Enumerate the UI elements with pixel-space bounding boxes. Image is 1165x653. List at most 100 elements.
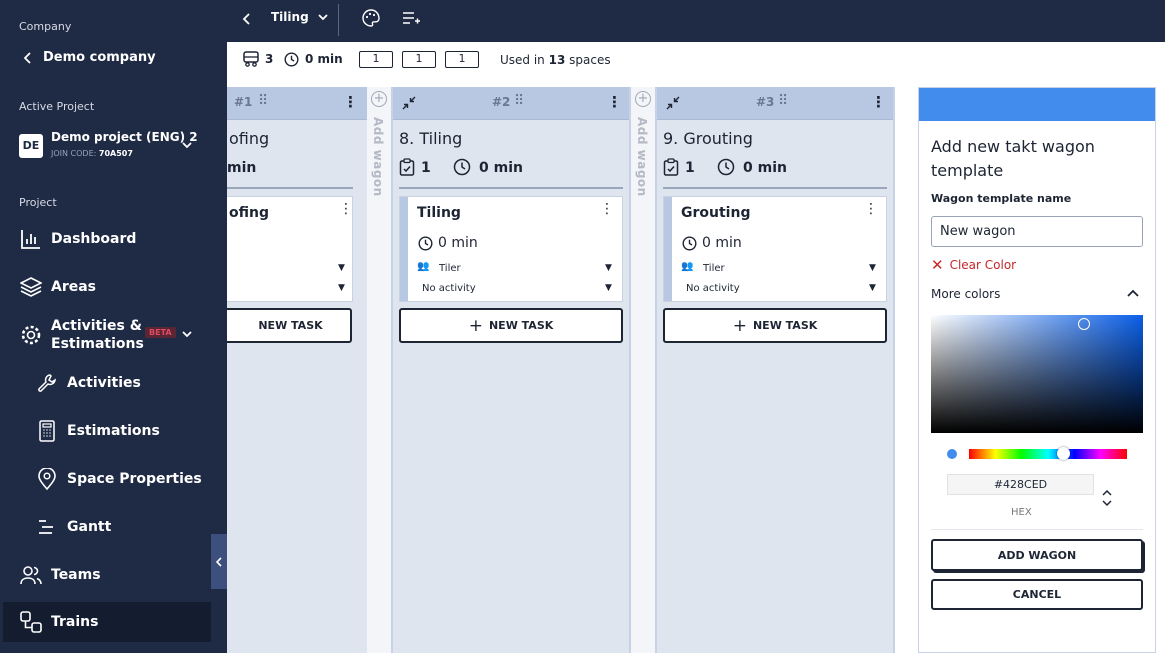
divider	[338, 4, 339, 36]
panel-title-line1: Add new takt wagon	[931, 137, 1095, 156]
chevron-down-icon	[318, 14, 328, 21]
task-duration: 0 min	[702, 235, 742, 251]
project-section-label: Project	[19, 196, 57, 209]
chevron-down-icon[interactable]: ▼	[869, 263, 876, 273]
color-preview-dot	[947, 449, 957, 459]
add-wagon-strip[interactable]: + Add wagon	[631, 87, 655, 653]
new-task-button[interactable]: NEW TASK	[227, 308, 352, 343]
color-saturation-picker[interactable]	[931, 315, 1143, 433]
cancel-button[interactable]: CANCEL	[931, 579, 1143, 610]
more-vertical-icon[interactable]: ⋮	[607, 93, 622, 111]
new-task-button[interactable]: + NEW TASK	[663, 308, 887, 343]
clock-icon	[717, 158, 735, 176]
sidebar: Company Demo company Active Project DE D…	[0, 0, 211, 653]
clock-icon	[284, 52, 299, 67]
nav-dashboard[interactable]: Dashboard	[0, 219, 211, 259]
plus-icon: +	[468, 315, 483, 336]
wagon-number: #1	[234, 95, 253, 109]
drag-handle-icon[interactable]: ⠿	[514, 93, 524, 109]
top-bar: Tiling	[227, 0, 1165, 42]
collapse-icon[interactable]	[666, 96, 680, 110]
new-task-label: NEW TASK	[752, 319, 818, 332]
nav-teams[interactable]: Teams	[0, 555, 211, 595]
train-duration: 0 min	[305, 52, 343, 66]
project-badge: DE	[19, 134, 43, 158]
wagon-number: #3	[756, 95, 775, 109]
beta-badge: BETA	[145, 327, 176, 338]
task-card[interactable]: Grouting ⋮ 0 min 👥 Tiler ▼ No activity ▼	[663, 196, 887, 302]
nav-areas[interactable]: Areas	[0, 267, 211, 307]
drag-handle-icon[interactable]: ⠿	[778, 93, 788, 109]
clock-icon	[418, 236, 433, 251]
nav-space-properties[interactable]: Space Properties	[0, 459, 211, 499]
drag-handle-icon[interactable]: ⠿	[258, 93, 268, 109]
project-name: Demo project (ENG) 2	[51, 130, 198, 144]
sidebar-collapse-toggle[interactable]	[211, 534, 227, 589]
hex-label: HEX	[1011, 507, 1032, 518]
clock-icon	[682, 236, 697, 251]
collapse-icon[interactable]	[402, 96, 416, 110]
nav-trains[interactable]: Trains	[3, 602, 211, 642]
gantt-icon	[39, 520, 53, 534]
wagon-name-input[interactable]: New wagon	[931, 216, 1143, 247]
add-wagon-button-label: ADD WAGON	[997, 548, 1077, 562]
gear-icon	[21, 325, 41, 345]
task-card[interactable]: ofing ⋮ ▼ ▼	[227, 196, 353, 302]
wagon-duration: min	[227, 160, 257, 176]
wagons-count: 3	[265, 52, 274, 66]
task-duration: 0 min	[438, 235, 478, 251]
nav-activities[interactable]: Activities	[0, 363, 211, 403]
more-vertical-icon[interactable]: ⋮	[871, 93, 886, 111]
nav-label: Dashboard	[51, 231, 137, 247]
team-dropdown-icon[interactable]: ▼	[338, 263, 345, 273]
clear-color-label: Clear Color	[949, 258, 1017, 272]
add-wagon-button[interactable]: ADD WAGON	[931, 539, 1143, 571]
list-add-icon[interactable]	[402, 10, 420, 26]
more-vertical-icon[interactable]: ⋮	[864, 201, 878, 217]
task-color-bar	[664, 197, 672, 301]
nav-estimations[interactable]: Estimations	[0, 411, 211, 451]
project-selector[interactable]: DE Demo project (ENG) 2 JOIN CODE: 70A50…	[19, 130, 199, 166]
panel-title: Add new takt wagon template	[931, 135, 1095, 183]
count-box-1[interactable]: 1	[359, 51, 393, 68]
layers-icon	[20, 277, 42, 297]
count-box-2[interactable]: 1	[402, 51, 436, 68]
chevron-up-icon[interactable]	[1126, 288, 1140, 298]
plus-circle-icon: +	[635, 91, 651, 107]
activity-dropdown-icon[interactable]: ▼	[338, 283, 345, 293]
train-title-dropdown[interactable]: Tiling	[271, 10, 329, 24]
activity-select[interactable]: No activity	[686, 283, 740, 294]
clear-color-button[interactable]: ✕ Clear Color	[931, 256, 1016, 274]
add-wagon-strip[interactable]: + Add wagon	[367, 87, 391, 653]
clipboard-check-icon	[663, 158, 679, 176]
wagon-title: ofing	[229, 129, 270, 148]
new-task-button[interactable]: + NEW TASK	[399, 308, 623, 343]
task-card[interactable]: Tiling ⋮ 0 min 👥 Tiler ▼ No activity ▼	[399, 196, 623, 302]
chevron-down-icon[interactable]: ▼	[869, 283, 876, 293]
company-selector[interactable]: Demo company	[22, 50, 156, 65]
saturation-handle[interactable]	[1078, 318, 1090, 330]
format-toggle-icon[interactable]	[1101, 489, 1113, 507]
chevron-down-icon[interactable]: ▼	[605, 283, 612, 293]
close-icon: ✕	[931, 256, 944, 274]
task-count: 1	[685, 160, 695, 176]
nav-activities-estimations[interactable]: Activities & Estimations BETA	[0, 314, 211, 356]
more-vertical-icon[interactable]: ⋮	[343, 93, 358, 111]
clock-icon	[453, 158, 471, 176]
hue-slider[interactable]	[969, 447, 1127, 460]
wagon-icon	[243, 51, 259, 67]
more-vertical-icon[interactable]: ⋮	[339, 201, 353, 217]
back-chevron-icon[interactable]	[242, 12, 252, 26]
hue-handle[interactable]	[1057, 447, 1070, 460]
hex-input[interactable]: #428CED	[947, 474, 1094, 495]
team-select[interactable]: Tiler	[439, 263, 461, 274]
palette-icon[interactable]	[362, 9, 380, 27]
nav-gantt[interactable]: Gantt	[0, 507, 211, 547]
more-vertical-icon[interactable]: ⋮	[600, 201, 614, 217]
divider	[663, 187, 887, 189]
count-box-3[interactable]: 1	[445, 51, 479, 68]
activity-select[interactable]: No activity	[422, 283, 476, 294]
team-select[interactable]: Tiler	[703, 263, 725, 274]
add-wagon-label: Add wagon	[371, 117, 385, 197]
chevron-down-icon[interactable]: ▼	[605, 263, 612, 273]
